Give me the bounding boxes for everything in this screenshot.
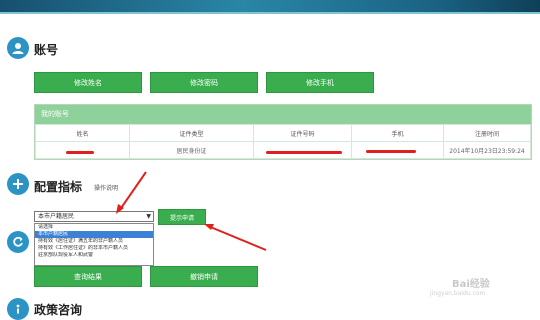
query-result-button[interactable]: 查询结果 — [34, 266, 142, 287]
info-icon — [7, 298, 29, 320]
watermark-logo: Bai经验 — [452, 279, 490, 290]
cancel-application-button[interactable]: 撤销申请 — [150, 266, 258, 287]
section-title-policy: 政策咨询 — [34, 303, 83, 317]
watermark-url: jingyan.baidu.com — [430, 290, 486, 297]
